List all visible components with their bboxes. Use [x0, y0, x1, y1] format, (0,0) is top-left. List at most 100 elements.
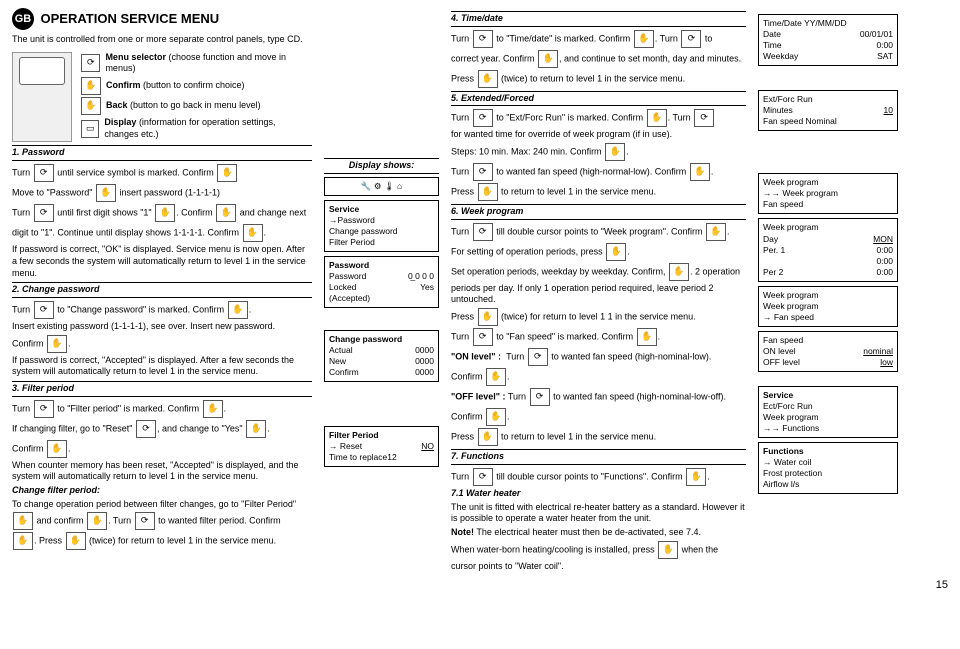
confirm-icon: ✋	[87, 512, 107, 530]
s4-l3a: Press	[451, 73, 474, 83]
confirm-icon: ✋	[243, 224, 263, 242]
confirm-icon: ✋	[486, 408, 506, 426]
display-service-functions-box: Service Ect/Forc Run Week program →→ Fun…	[758, 386, 898, 438]
dbox-key: Confirm	[329, 367, 359, 378]
confirm-icon: ✋	[658, 541, 678, 559]
confirm-icon: ✋	[155, 204, 175, 222]
turn-icon: ⟳	[473, 30, 493, 48]
confirm-icon: ✋	[690, 163, 710, 181]
menu-selector-icon: ⟳	[81, 54, 100, 72]
confirm-icon: ✋	[647, 109, 667, 127]
dbox-title: Service	[329, 204, 434, 215]
s3-l3a: Confirm	[12, 443, 44, 453]
dbox-row: Fan speed	[763, 199, 893, 210]
confirm-icon: ✋	[706, 223, 726, 241]
turn-icon: ⟳	[136, 420, 156, 438]
dbox-row: Filter Period	[329, 237, 434, 248]
section-5-extended-forced: 5. Extended/Forced	[451, 91, 746, 107]
turn-icon: ⟳	[681, 30, 701, 48]
page-number: 15	[12, 578, 948, 592]
dbox-key: New	[329, 356, 346, 367]
confirm-icon: ✋	[634, 30, 654, 48]
back-icon: ✋	[478, 70, 498, 88]
confirm-icon: ✋	[81, 77, 101, 95]
dbox-val: MON	[873, 234, 893, 245]
display-filter-period-box: Filter Period → ResetNO Time to replace1…	[324, 426, 439, 467]
dbox-key: Weekday	[763, 51, 798, 62]
display-icons-box: 🔧 ⚙ 🌡 ⌂	[324, 177, 439, 196]
turn-icon: ⟳	[694, 109, 714, 127]
dbox-row: Week program	[763, 412, 893, 423]
turn-icon: ⟳	[473, 109, 493, 127]
display-week-program-c-box: Week program Week program → Fan speed	[758, 286, 898, 327]
s6-l4b: (twice) for return to level 1 1 in the s…	[501, 312, 696, 322]
dbox-row: →→ Week program	[763, 188, 893, 199]
turn-icon: ⟳	[473, 328, 493, 346]
s6-l6a: Press	[451, 432, 474, 442]
s4-l1c: . Turn	[655, 33, 678, 43]
section-6-week-program: 6. Week program	[451, 204, 746, 220]
confirm-icon: ✋	[228, 301, 248, 319]
turn-icon: ⟳	[135, 512, 155, 530]
turn-icon: ⟳	[528, 348, 548, 366]
dbox-title: Fan speed	[763, 335, 893, 346]
s2-l3b: If password is correct, "Accepted" is di…	[12, 355, 312, 378]
s6-offc: Confirm	[451, 412, 483, 422]
turn-icon: ⟳	[530, 388, 550, 406]
confirm-icon: ✋	[96, 184, 116, 202]
display-shows-heading: Display shows:	[324, 158, 439, 174]
s2-l2: Insert existing password (1-1-1-1), see …	[12, 321, 312, 333]
intro-text: The unit is controlled from one or more …	[12, 34, 312, 46]
dbox-key: Locked	[329, 282, 356, 293]
display-fan-speed-box: Fan speed ON levelnominal OFF levellow	[758, 331, 898, 372]
s7-l2c: cursor points to "Water coil".	[451, 561, 746, 573]
back-icon: ✋	[478, 183, 498, 201]
dbox-row: Time to replace12	[329, 452, 434, 463]
s5-l5b: to return to level 1 in the service menu…	[501, 186, 656, 196]
confirm-icon: ✋	[605, 143, 625, 161]
turn-icon: ⟳	[34, 204, 54, 222]
s2-l3a: Confirm	[12, 338, 44, 348]
s3-l1a: Turn	[12, 403, 30, 413]
s2-l1b: to "Change password" is marked. Confirm	[57, 304, 224, 314]
confirm-icon: ✋	[47, 440, 67, 458]
on-level-label: "ON level" :	[451, 352, 501, 362]
dbox-title: Ext/Forc Run	[763, 94, 893, 105]
confirm-icon: ✋	[13, 532, 33, 550]
confirm-icon: ✋	[203, 400, 223, 418]
dbox-val: 00/01/01	[860, 29, 893, 40]
s3-l2a: If changing filter, go to "Reset"	[12, 423, 132, 433]
display-week-program-b-box: Week program DayMON Per. 10:00 0:00 Per …	[758, 218, 898, 281]
s7-l1a: Turn	[451, 471, 469, 481]
dbox-row: (Accepted)	[329, 293, 434, 304]
s1-l5: If password is correct, "OK" is displaye…	[12, 244, 312, 279]
dbox-row: →→ Functions	[763, 423, 893, 434]
dbox-title: Time/Date YY/MM/DD	[763, 18, 893, 29]
confirm-icon: ✋	[538, 50, 558, 68]
display-change-password-box: Change password Actual0000 New0000 Confi…	[324, 330, 439, 382]
turn-icon: ⟳	[34, 164, 54, 182]
display-functions-box: Functions → Water coil Frost protection …	[758, 442, 898, 494]
section-1-password: 1. Password	[12, 145, 312, 161]
s5-l3a: Steps: 10 min. Max: 240 min. Confirm	[451, 146, 602, 156]
s5-l4a: Turn	[451, 166, 469, 176]
s6-off1: Turn	[508, 392, 526, 402]
dbox-key: Password	[329, 271, 366, 282]
dbox-row: → Fan speed	[763, 312, 893, 323]
s3-l1b: to "Filter period" is marked. Confirm	[57, 403, 199, 413]
s1-l3d: and change next	[240, 208, 307, 218]
dbox-val: 0:00	[876, 40, 893, 51]
s1-l3b: until first digit shows "1"	[57, 208, 151, 218]
back-icon: ✋	[478, 308, 498, 326]
gb-badge: GB	[12, 8, 34, 30]
dbox-key: Date	[763, 29, 781, 40]
s6-on2: to wanted fan speed (high-nominal-low).	[551, 352, 711, 362]
dbox-val: nominal	[863, 346, 893, 357]
dbox-title: Password	[329, 260, 434, 271]
dbox-row: Frost protection	[763, 468, 893, 479]
dbox-title: Week program	[763, 290, 893, 301]
dbox-val: 10	[884, 105, 893, 116]
s4-l1d: to	[705, 33, 713, 43]
s1-l1b: until service symbol is marked. Confirm	[57, 168, 214, 178]
s3-l5a: and confirm	[37, 516, 84, 526]
